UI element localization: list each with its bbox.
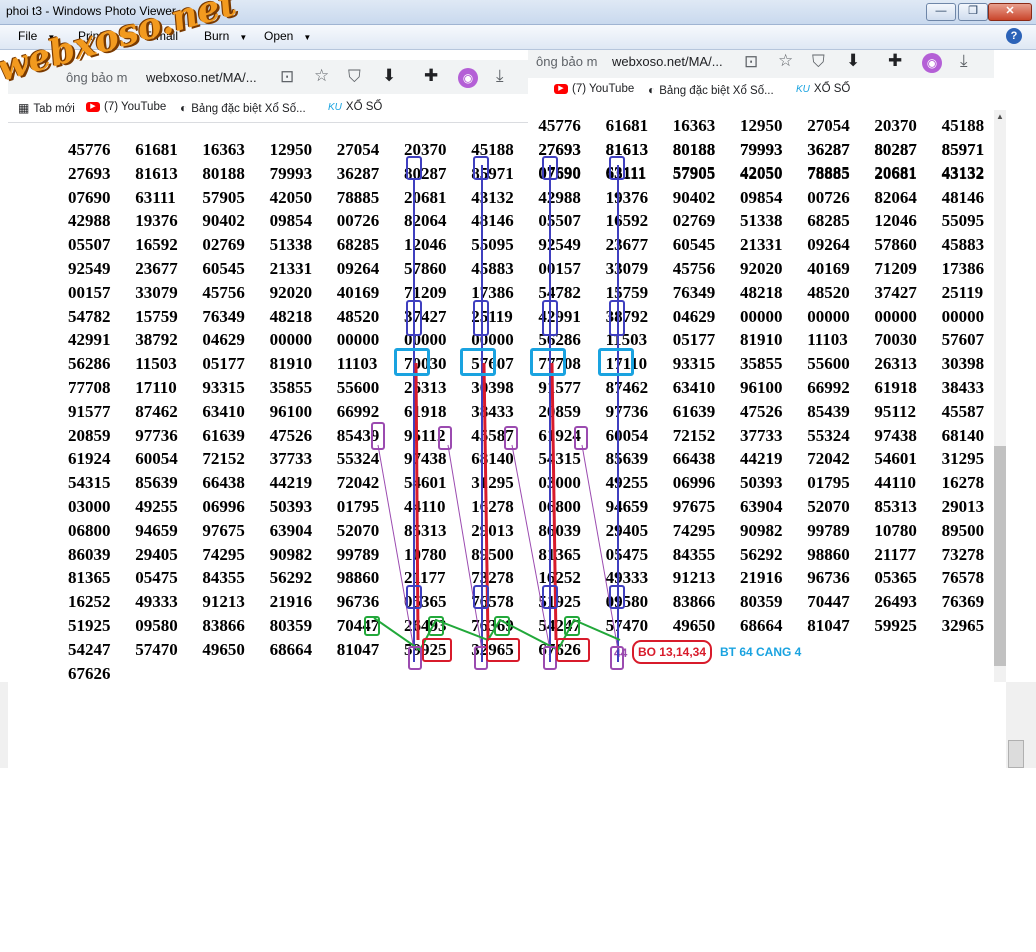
callout-bo: BO 13,14,34 (632, 640, 712, 664)
purple-box (438, 426, 452, 450)
blue-box (473, 156, 489, 180)
cyan-box (460, 348, 496, 376)
minimize-button[interactable]: — (926, 3, 956, 21)
menu-open[interactable]: Open ▼ (264, 29, 311, 43)
red-box (486, 638, 520, 662)
purple-line (377, 444, 415, 651)
purple-box (504, 426, 518, 450)
note-bt: BT 64 CANG 4 (720, 645, 802, 659)
help-icon[interactable]: ? (1006, 28, 1022, 44)
green-box (364, 616, 380, 636)
photo-canvas: ông bảo m webxoso.net/MA/... ⊡ ☆ ⛉ ⬇ ✚ ◉… (8, 50, 1006, 682)
cyan-box (394, 348, 430, 376)
blue-box (542, 156, 558, 180)
purple-line (511, 444, 551, 651)
blue-box (473, 585, 489, 609)
chevron-down-icon: ▼ (303, 33, 312, 42)
blue-box (473, 300, 489, 336)
menu-burn[interactable]: Burn ▼ (204, 29, 247, 43)
purple-line (581, 444, 619, 651)
blue-box (406, 300, 422, 336)
cyan-box (598, 348, 634, 376)
purple-box (408, 646, 422, 670)
red-box (556, 638, 590, 662)
vertical-scrollbar[interactable]: ▲ (994, 110, 1006, 682)
outer-scrollbar[interactable] (1008, 740, 1024, 768)
purple-box (610, 646, 624, 670)
scrollbar-thumb[interactable] (994, 446, 1006, 666)
blue-box (542, 585, 558, 609)
green-box (428, 616, 444, 636)
green-box (494, 616, 510, 636)
purple-box (543, 646, 557, 670)
purple-box (371, 422, 385, 450)
cyan-box (530, 348, 566, 376)
blue-box (406, 585, 422, 609)
blue-box (609, 300, 625, 336)
connector-lines (373, 165, 621, 662)
blue-box (609, 156, 625, 180)
canvas-lower (8, 682, 1006, 768)
green-box (564, 616, 580, 636)
chevron-down-icon: ▼ (239, 33, 248, 42)
restore-button[interactable]: ❐ (958, 3, 988, 21)
red-box (422, 638, 452, 662)
blue-box (609, 585, 625, 609)
blue-box (542, 300, 558, 336)
scroll-up-icon[interactable]: ▲ (996, 112, 1004, 121)
purple-line (447, 444, 483, 651)
blue-box (406, 156, 422, 180)
close-button[interactable]: ✕ (988, 3, 1032, 21)
purple-box (574, 426, 588, 450)
